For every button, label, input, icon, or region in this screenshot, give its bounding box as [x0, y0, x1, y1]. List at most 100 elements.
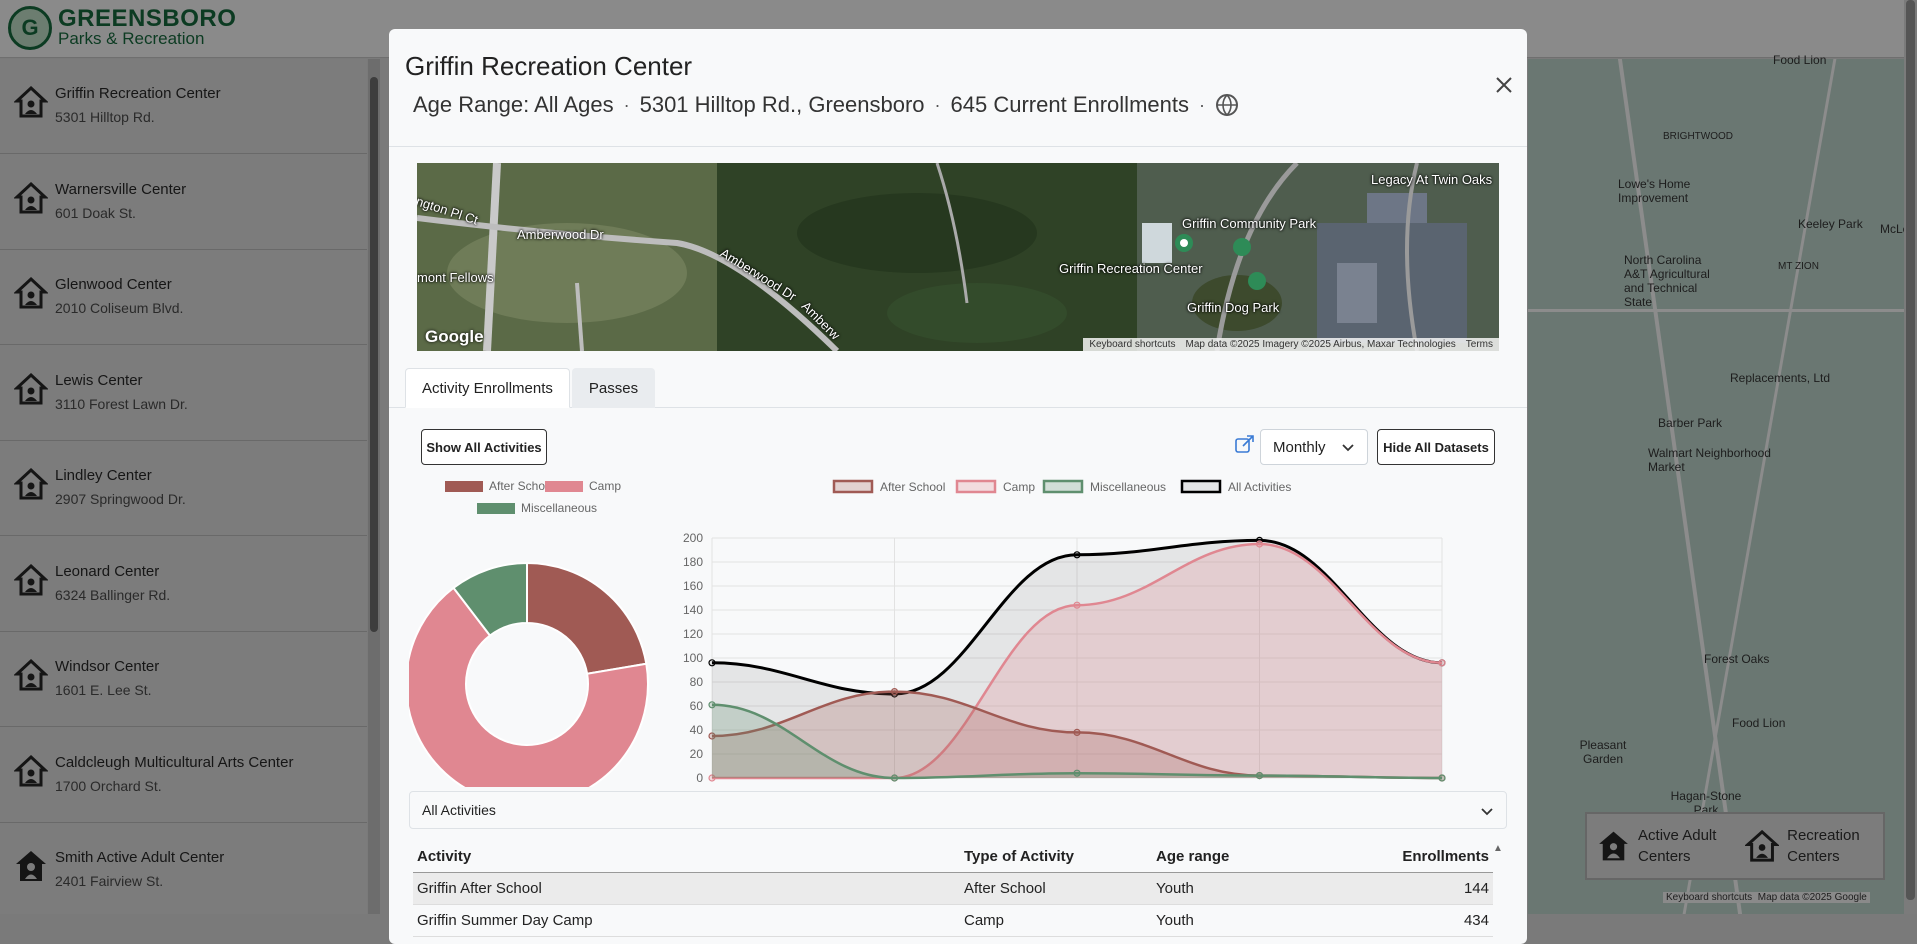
line-legend-swatch[interactable] — [1042, 479, 1084, 494]
page-scrollbar-thumb[interactable] — [1906, 0, 1915, 900]
map-label: mont Fellows — [417, 270, 494, 285]
line-legend-swatch[interactable] — [1180, 479, 1222, 494]
show-all-activities-button[interactable]: Show All Activities — [421, 429, 547, 465]
pie-legend-swatch[interactable] — [477, 503, 515, 514]
data-point[interactable] — [1438, 774, 1446, 782]
rec-center-icon — [14, 181, 48, 213]
data-point[interactable] — [1073, 728, 1081, 736]
pie-slice[interactable] — [526, 561, 648, 675]
sidebar-item-name: Warnersville Center — [55, 180, 187, 198]
table-cell: 434 — [1463, 912, 1489, 929]
map-label: Forest Oaks — [1704, 652, 1770, 666]
line-legend-label[interactable]: After School — [880, 480, 945, 494]
sidebar-item[interactable]: Lewis Center 3110 Forest Lawn Dr. — [0, 346, 367, 441]
enrollment-count: 645 Current Enrollments — [950, 92, 1189, 117]
data-point[interactable] — [1073, 769, 1081, 777]
map-label: Walmart Neighborhood Market — [1648, 446, 1771, 474]
center-list: Griffin Recreation Center 5301 Hilltop Rd… — [0, 59, 367, 918]
website-globe-icon[interactable] — [1215, 93, 1239, 117]
sidebar-item-name: Caldcleugh Multicultural Arts Center — [55, 753, 294, 771]
separator: · — [623, 94, 630, 115]
pie-legend-label[interactable]: After School — [489, 479, 554, 493]
activity-filter-select[interactable]: All Activities — [409, 791, 1507, 829]
google-logo[interactable]: Google — [425, 327, 484, 347]
legend-active-adult-label: Active Adult Centers — [1638, 827, 1717, 865]
sidebar-item[interactable]: Smith Active Adult Center 2401 Fairview S… — [0, 823, 367, 918]
sidebar-item-address: 1700 Orchard St. — [55, 777, 162, 794]
line-legend-swatch[interactable] — [955, 479, 997, 494]
sidebar-item-address: 2401 Fairview St. — [55, 873, 164, 889]
legend-recreation[interactable]: Recreation Centers — [1745, 823, 1883, 869]
column-header[interactable]: Activity — [413, 848, 964, 865]
legend-active-adult[interactable]: Active Adult Centers — [1597, 823, 1735, 869]
table-cell: Griffin Summer Day Camp — [417, 912, 593, 929]
sidebar-item[interactable]: Caldcleugh Multicultural Arts Center 1700… — [0, 728, 367, 823]
sidebar-item-name: Leonard Center — [55, 562, 160, 580]
satellite-map[interactable]: ngton Pl Ct Amberwood Dr Amberwood Dr Am… — [417, 163, 1499, 351]
period-value: Monthly — [1273, 438, 1326, 456]
data-point[interactable] — [890, 688, 899, 696]
data-point[interactable] — [708, 659, 716, 667]
sidebar-scrollbar-thumb[interactable] — [370, 77, 378, 632]
line-legend-label[interactable]: All Activities — [1228, 480, 1291, 494]
sort-up-icon[interactable]: ▲ — [1493, 843, 1503, 854]
terms-link[interactable]: Terms — [1466, 339, 1493, 350]
tab-activity-enrollments[interactable]: Activity Enrollments — [405, 368, 570, 408]
y-tick-label: 200 — [683, 531, 703, 545]
pie-legend-label[interactable]: Miscellaneous — [521, 501, 597, 515]
column-header[interactable]: Enrollments — [1346, 848, 1493, 865]
y-tick-label: 0 — [696, 771, 703, 785]
x-tick-label: June 2025 — [1049, 785, 1105, 787]
table-row[interactable]: Griffin Summer Day Camp Camp Youth 434 — [413, 905, 1493, 937]
map-data-text: Map data ©2025 Imagery ©2025 Airbus, Max… — [1185, 339, 1456, 350]
sidebar-item[interactable]: Windsor Center 1601 E. Lee St. — [0, 632, 367, 727]
sidebar-item[interactable]: Griffin Recreation Center 5301 Hilltop Rd… — [0, 59, 367, 154]
period-select[interactable]: Monthly — [1260, 429, 1368, 465]
column-header[interactable]: Type of Activity — [964, 848, 1156, 865]
hide-all-datasets-button[interactable]: Hide All Datasets — [1377, 429, 1495, 465]
map-label: Griffin Community Park — [1182, 216, 1317, 231]
adult-center-icon — [16, 851, 46, 881]
data-point[interactable] — [1438, 659, 1446, 667]
pie-legend-swatch[interactable] — [445, 481, 483, 492]
map-label: Amberwood Dr — [517, 227, 604, 242]
data-point[interactable] — [1255, 540, 1264, 548]
pie-chart[interactable]: After School Camp Miscellaneous — [409, 477, 649, 787]
keyboard-shortcuts-link[interactable]: Keyboard shortcuts — [1089, 339, 1175, 350]
map-label: Food Lion — [1773, 53, 1827, 67]
background-map[interactable]: Food Lion BRIGHTWOOD Lowe's Home Improve… — [1528, 53, 1917, 914]
logo[interactable]: G GREENSBORO Parks & Recreation — [8, 6, 236, 50]
data-point[interactable] — [708, 701, 716, 709]
export-icon[interactable] — [1234, 433, 1256, 455]
line-legend-swatch[interactable] — [832, 479, 874, 494]
map-attribution: Keyboard shortcuts Map data ©2025 Imager… — [1083, 338, 1499, 351]
x-tick-label: July 2025 — [1234, 785, 1286, 787]
line-legend-label[interactable]: Miscellaneous — [1090, 480, 1166, 494]
table-header-row: Activity Type of Activity Age range Enrollm… — [413, 841, 1493, 873]
table-row[interactable]: Griffin After School After School Youth 144 — [413, 873, 1493, 905]
map-label: Pleasant Garden — [1579, 738, 1627, 766]
map-label: North Carolina A&T Agricultural and Tech… — [1624, 253, 1710, 309]
sidebar-item[interactable]: Glenwood Center 2010 Coliseum Blvd. — [0, 250, 367, 345]
data-point[interactable] — [1073, 601, 1081, 609]
sidebar-item-name: Lindley Center — [55, 467, 152, 484]
pie-legend-swatch[interactable] — [545, 481, 583, 492]
column-header[interactable]: Age range — [1156, 848, 1346, 865]
legend-recreation-label: Recreation Centers — [1787, 827, 1860, 865]
data-point[interactable] — [1255, 772, 1264, 780]
pie-legend-label[interactable]: Camp — [589, 479, 621, 493]
line-legend-label[interactable]: Camp — [1003, 480, 1035, 494]
map-label: Barber Park — [1658, 416, 1723, 430]
data-point[interactable] — [890, 774, 899, 782]
rec-center-icon — [14, 372, 48, 404]
table-cell: Camp — [964, 912, 1005, 929]
sidebar-item[interactable]: Warnersville Center 601 Doak St. — [0, 155, 367, 250]
close-icon[interactable] — [1492, 73, 1516, 97]
sidebar-item[interactable]: Leonard Center 6324 Ballinger Rd. — [0, 537, 367, 632]
line-chart[interactable]: After School Camp Miscellaneous All Activit… — [679, 477, 1479, 787]
tab-passes[interactable]: Passes — [571, 368, 656, 408]
map-label: MT ZION — [1778, 261, 1819, 272]
sidebar-item[interactable]: Lindley Center 2907 Springwood Dr. — [0, 441, 367, 536]
y-tick-label: 160 — [683, 579, 703, 593]
data-point[interactable] — [1073, 551, 1081, 559]
